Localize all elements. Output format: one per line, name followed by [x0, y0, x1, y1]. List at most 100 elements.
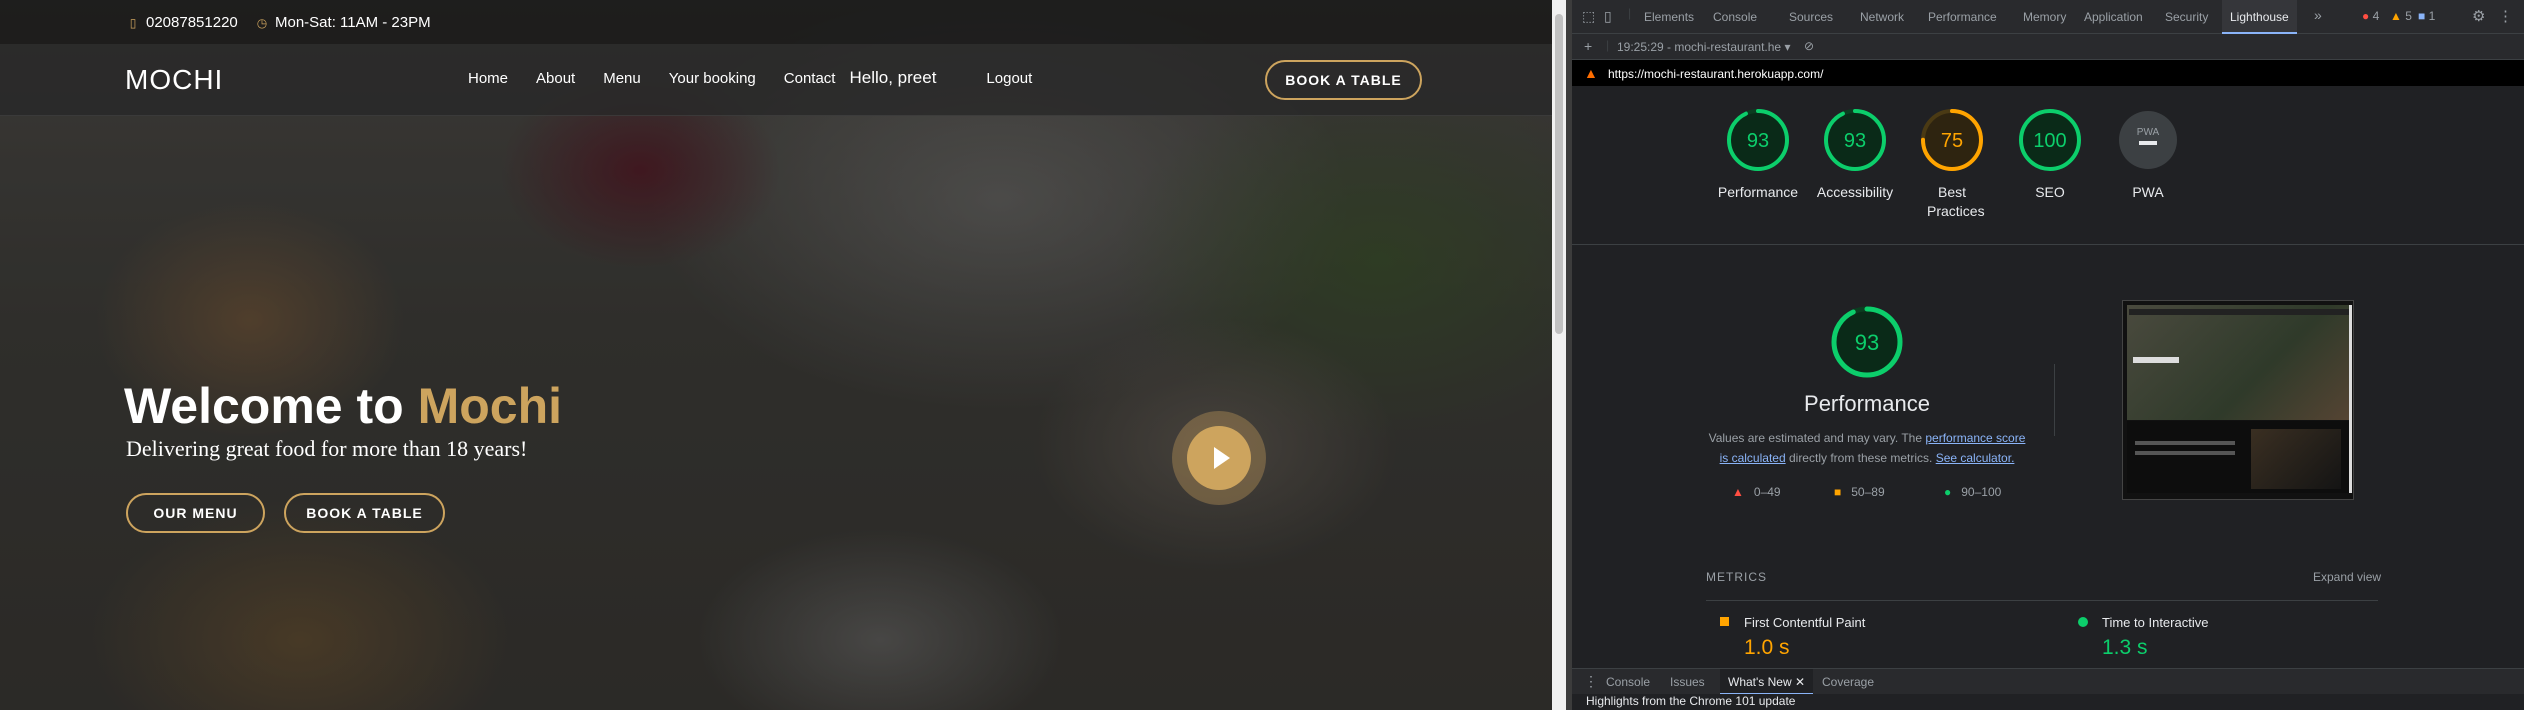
performance-big-gauge: 93 [1831, 306, 1903, 378]
clear-reports-icon[interactable]: ⊘ [1804, 39, 1814, 53]
more-tabs-button[interactable]: » [2314, 7, 2322, 23]
whats-new-highlight: Highlights from the Chrome 101 update [1572, 694, 2524, 710]
nav-menu-link[interactable]: Menu [603, 70, 641, 88]
devtools-panel: ⬚ ▯ | Elements Console Sources Network P… [1572, 0, 2524, 710]
drawer-tab-console[interactable]: Console [1606, 675, 1650, 689]
tab-lighthouse[interactable]: Lighthouse [2222, 0, 2297, 34]
device-toggle-icon[interactable]: ▯ [1604, 8, 1612, 25]
performance-heading: Performance [1804, 391, 1930, 416]
tab-security[interactable]: Security [2165, 10, 2208, 24]
tab-network[interactable]: Network [1860, 10, 1904, 24]
clock-icon: ◷ [256, 15, 268, 30]
play-circle [1187, 426, 1251, 490]
play-video-button[interactable] [1172, 411, 1266, 505]
hours-info: ◷ Mon-Sat: 11AM - 23PM [255, 14, 431, 31]
circle-icon: ● [1944, 485, 1952, 499]
page-scrollbar-thumb[interactable] [1555, 14, 1563, 334]
site-logo[interactable]: MOCHI [125, 64, 223, 96]
message-count: 1 [2428, 9, 2436, 23]
hero-title-text: Welcome to [124, 378, 418, 434]
tti-circle-icon [2078, 617, 2088, 627]
thumbnail-image [2251, 429, 2341, 489]
tab-divider: | [1628, 6, 1632, 20]
legend-pass: ● 90–100 [1944, 485, 2001, 499]
final-screenshot-thumbnail[interactable] [2122, 300, 2354, 500]
nav-home[interactable]: Home [468, 70, 508, 88]
hero-title: Welcome to Mochi [124, 377, 562, 435]
settings-gear-icon[interactable]: ⚙ [2472, 7, 2485, 25]
gauge-accessibility[interactable]: 93 [1820, 105, 1890, 175]
thumbnail-title [2133, 357, 2179, 363]
main-navbar: MOCHI Home About Menu Your booking Conta… [0, 44, 1552, 116]
expand-view-toggle[interactable]: Expand view [2313, 570, 2381, 584]
legend-pass-range: 90–100 [1961, 485, 2002, 499]
nav-about[interactable]: About [536, 70, 575, 88]
legend-average: ■ 50–89 [1834, 485, 1885, 499]
nav-menu: Home About Menu Your booking Contact Hel… [468, 68, 1060, 88]
tab-sources[interactable]: Sources [1789, 10, 1833, 24]
drawer-menu-icon[interactable]: ⋮ [1584, 673, 1598, 690]
gauge-best-practices-score: 75 [1941, 130, 1963, 152]
gauge-best-practices[interactable]: 75 [1917, 105, 1987, 175]
see-calculator-link[interactable]: See calculator. [1936, 451, 2015, 465]
gauge-accessibility-score: 93 [1844, 130, 1866, 152]
report-select[interactable]: 19:25:29 - mochi-restaurant.he ▾ [1617, 40, 1790, 54]
legend-fail: ▲ 0–49 [1732, 485, 1781, 499]
book-table-hero-button[interactable]: BOOK A TABLE [284, 493, 445, 533]
gauge-label-performance: Performance [1717, 184, 1799, 200]
square-icon: ■ [1834, 485, 1842, 499]
gauge-performance[interactable]: 93 [1723, 105, 1793, 175]
metric-tti-value: 1.3 s [2102, 636, 2148, 659]
legend-fail-range: 0–49 [1753, 485, 1781, 499]
report-url-bar: ▲ https://mochi-restaurant.herokuapp.com… [1572, 60, 2524, 86]
report-select-value: 19:25:29 - mochi-restaurant.he [1617, 40, 1782, 54]
play-icon [1214, 447, 1230, 469]
gauge-seo[interactable]: 100 [2015, 105, 2085, 175]
close-icon[interactable]: ✕ [1795, 675, 1805, 689]
chevron-down-icon: ▾ [1784, 40, 1791, 54]
toolbar-divider: | [1606, 38, 1610, 52]
nav-logout[interactable]: Logout [986, 70, 1032, 88]
page-scrollbar[interactable] [1552, 0, 1566, 710]
section-divider [1572, 244, 2524, 245]
error-count: 4 [2372, 9, 2380, 23]
drawer-tab-issues[interactable]: Issues [1670, 675, 1705, 689]
message-badge[interactable]: ■ 1 [2418, 9, 2435, 23]
inspect-icon[interactable]: ⬚ [1582, 8, 1595, 25]
legend-average-range: 50–89 [1851, 485, 1885, 499]
drawer-tab-coverage[interactable]: Coverage [1822, 675, 1874, 689]
tab-memory[interactable]: Memory [2023, 10, 2066, 24]
performance-description: Values are estimated and may vary. The p… [1707, 428, 2027, 468]
error-badge[interactable]: ● 4 [2362, 9, 2379, 23]
lighthouse-logo-icon: ▲ [1584, 65, 1598, 81]
our-menu-button[interactable]: OUR MENU [126, 493, 265, 533]
phone-info: ▯ 02087851220 [126, 14, 238, 31]
book-table-nav-button[interactable]: BOOK A TABLE [1265, 60, 1422, 100]
desc-text-b: directly from these metrics. [1785, 451, 1936, 465]
gauge-label-seo: SEO [2035, 184, 2065, 200]
gauge-pwa[interactable]: PWA [2113, 105, 2183, 175]
phone-number: 02087851220 [146, 14, 238, 31]
pwa-badge-icon: PWA [2137, 127, 2160, 138]
metrics-divider [1706, 600, 2378, 601]
tab-application[interactable]: Application [2084, 10, 2143, 24]
lighthouse-toolbar: + | 19:25:29 - mochi-restaurant.he ▾ ⊘ [1572, 34, 2524, 60]
new-report-plus-icon[interactable]: + [1584, 38, 1592, 54]
website-viewport: ▯ 02087851220 ◷ Mon-Sat: 11AM - 23PM MOC… [0, 0, 1552, 710]
tab-performance[interactable]: Performance [1928, 10, 1997, 24]
hero-title-brand: Mochi [417, 378, 563, 434]
report-url[interactable]: https://mochi-restaurant.herokuapp.com/ [1608, 67, 1823, 81]
gauge-performance-score: 93 [1747, 130, 1769, 152]
devtools-drawer-tabbar: ⋮ Console Issues What's New ✕ Coverage [1572, 668, 2524, 695]
devtools-menu-icon[interactable]: ⋮ [2498, 7, 2513, 25]
thumbnail-text [2135, 441, 2235, 445]
nav-contact[interactable]: Contact [784, 70, 836, 88]
warning-badge[interactable]: ▲ 5 [2390, 9, 2412, 23]
nav-your-booking[interactable]: Your booking [669, 70, 756, 88]
fcp-square-icon [1720, 617, 1729, 626]
drawer-tab-whats-new[interactable]: What's New ✕ [1720, 669, 1814, 695]
tab-console[interactable]: Console [1713, 10, 1757, 24]
thumbnail-nav [2129, 309, 2349, 315]
tab-elements[interactable]: Elements [1644, 10, 1694, 24]
error-icon: ● [2362, 9, 2370, 23]
